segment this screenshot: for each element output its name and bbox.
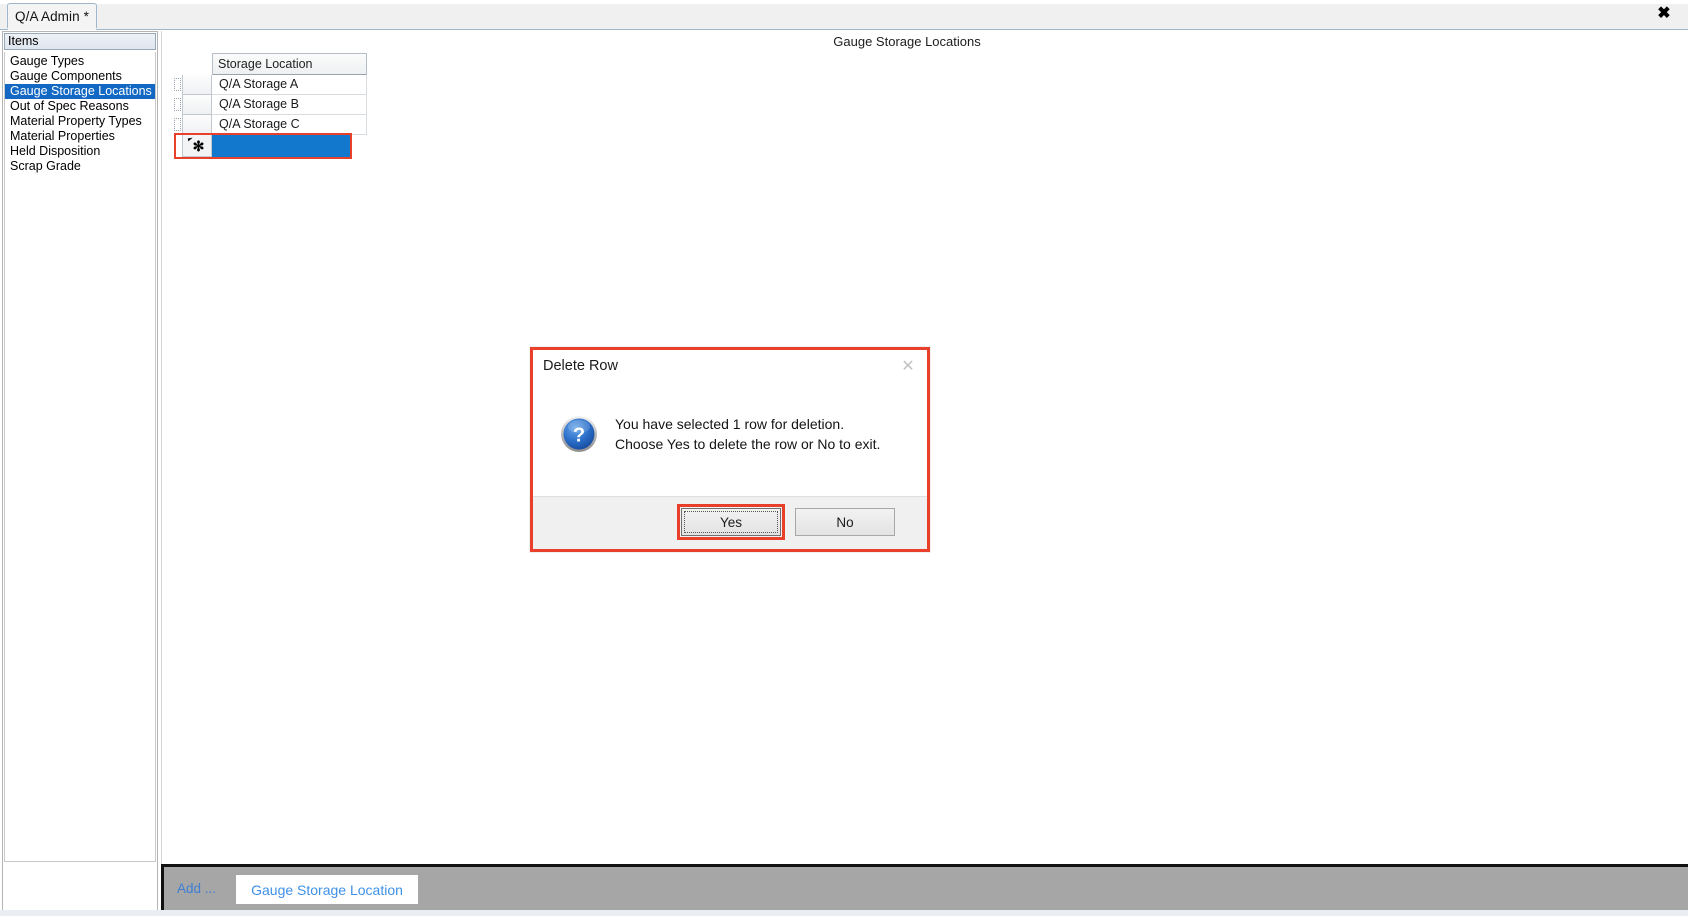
sidebar-item-label: Material Properties [10, 129, 115, 143]
application-window: Q/A Admin * ✖ Items Gauge Types Gauge Co… [0, 0, 1688, 916]
row-header[interactable] [174, 75, 212, 95]
grid-header-row: Storage Location [182, 53, 372, 75]
sidebar-list[interactable]: Gauge Types Gauge Components Gauge Stora… [4, 52, 156, 862]
storage-location-grid: Storage Location Q/A Storage A Q/A Stora… [174, 53, 372, 159]
dialog-message-line-2: Choose Yes to delete the row or No to ex… [615, 436, 881, 452]
add-label: Add ... [177, 881, 217, 896]
cell-value: Q/A Storage C [219, 117, 300, 131]
yes-button-label: Yes [719, 514, 743, 530]
sidebar-item-label: Gauge Types [10, 54, 85, 68]
add-gauge-storage-location-button[interactable]: Gauge Storage Location [236, 875, 418, 904]
sidebar-item-gauge-types[interactable]: Gauge Types [5, 54, 155, 69]
sidebar-item-out-of-spec-reasons[interactable]: Out of Spec Reasons [5, 99, 155, 114]
grid-column-header-storage-location[interactable]: Storage Location [212, 53, 367, 75]
grid-corner-cell [182, 53, 212, 75]
sidebar-item-material-property-types[interactable]: Material Property Types [5, 114, 155, 129]
dialog-message-line-1: You have selected 1 row for deletion. [615, 416, 845, 432]
row-header[interactable] [174, 95, 212, 115]
dialog-footer: Yes No [533, 496, 927, 549]
dialog-body: ? You have selected 1 row for deletion. … [533, 388, 927, 496]
sidebar-item-label: Gauge Components [10, 69, 122, 83]
add-button-label: Gauge Storage Location [251, 881, 403, 898]
items-sidebar: Items Gauge Types Gauge Components Gauge… [2, 31, 158, 911]
yes-button[interactable]: Yes [681, 508, 781, 536]
table-cell-storage-location[interactable]: Q/A Storage C [212, 115, 367, 135]
delete-row-dialog: Delete Row ✕ ? You have selected 1 row f… [530, 347, 930, 552]
dialog-close-icon[interactable]: ✕ [897, 356, 919, 378]
new-row-asterisk-icon: ✻ [192, 137, 205, 154]
dialog-titlebar: Delete Row ✕ [533, 350, 927, 388]
sidebar-item-label: Held Disposition [10, 144, 101, 158]
row-header[interactable] [174, 115, 212, 135]
table-row[interactable]: Q/A Storage B [174, 95, 372, 115]
sidebar-item-material-properties[interactable]: Material Properties [5, 129, 155, 144]
bottom-toolbar: Add ... Gauge Storage Location [161, 864, 1688, 910]
sidebar-item-gauge-storage-locations[interactable]: Gauge Storage Locations [5, 84, 155, 99]
no-button[interactable]: No [795, 508, 895, 536]
sidebar-item-label: Out of Spec Reasons [10, 99, 129, 113]
tab-label: Q/A Admin * [15, 8, 89, 24]
row-selector-dots-icon [174, 118, 181, 131]
close-glyph: ✖ [1657, 5, 1671, 22]
sidebar-item-label: Scrap Grade [10, 159, 81, 173]
close-icon[interactable]: ✖ [1653, 3, 1675, 25]
tab-qa-admin[interactable]: Q/A Admin * [7, 3, 97, 28]
table-row[interactable]: Q/A Storage C [174, 115, 372, 135]
row-selector-dots-icon [174, 78, 181, 91]
table-row[interactable]: Q/A Storage A [174, 75, 372, 95]
cell-value: Q/A Storage B [219, 97, 299, 111]
grid-column-header-label: Storage Location [218, 57, 313, 71]
no-button-label: No [836, 514, 854, 530]
row-selector-dots-icon [174, 98, 181, 111]
sidebar-item-label: Gauge Storage Locations [10, 84, 152, 98]
new-row-cell-storage-location[interactable] [212, 135, 351, 157]
page-title: Gauge Storage Locations [833, 34, 981, 49]
cell-value: Q/A Storage A [219, 77, 299, 91]
sidebar-header-label: Items [8, 34, 39, 48]
dialog-title: Delete Row [543, 358, 618, 374]
window-topbar: Q/A Admin * ✖ [0, 0, 1688, 30]
dialog-close-glyph: ✕ [901, 358, 915, 375]
sidebar-item-scrap-grade[interactable]: Scrap Grade [5, 159, 155, 174]
question-mark-icon: ? [560, 415, 598, 453]
table-cell-storage-location[interactable]: Q/A Storage B [212, 95, 367, 115]
window-bottom-edge [0, 910, 1688, 916]
sidebar-item-label: Material Property Types [10, 114, 142, 128]
sidebar-item-held-disposition[interactable]: Held Disposition [5, 144, 155, 159]
sidebar-header: Items [4, 33, 156, 50]
topbar-strip [0, 0, 1688, 4]
table-new-row[interactable]: ✻ [174, 133, 372, 159]
sidebar-item-gauge-components[interactable]: Gauge Components [5, 69, 155, 84]
table-cell-storage-location[interactable]: Q/A Storage A [212, 75, 367, 95]
tab-bottom-cover [8, 27, 96, 30]
new-row-header[interactable]: ✻ [182, 135, 212, 157]
dialog-message: You have selected 1 row for deletion. Ch… [615, 414, 880, 454]
svg-text:?: ? [573, 425, 585, 447]
